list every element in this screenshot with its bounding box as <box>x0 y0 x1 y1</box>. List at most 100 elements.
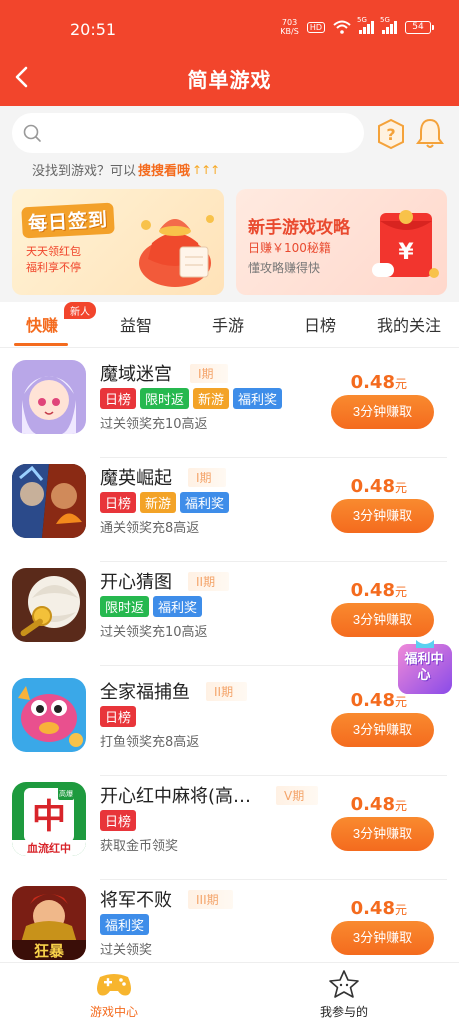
tab-shouyou[interactable]: 手游 <box>212 312 244 336</box>
game-desc: 打鱼领奖充8高返 <box>100 735 200 750</box>
active-tab-indicator <box>14 343 68 346</box>
tab-kuaizhuan[interactable]: 快赚 <box>26 312 58 336</box>
net-speed-value: 703 <box>281 18 298 27</box>
tag-new-game: 新游 <box>140 492 177 513</box>
gamepad-icon <box>97 974 131 996</box>
hint-prefix: 没找到游戏？可以 <box>32 164 137 179</box>
game-icon <box>12 360 86 434</box>
help-icon[interactable]: ? <box>376 118 406 150</box>
signin-subtitle-2: 福利享不停 <box>26 261 81 274</box>
signal-icon: 5G <box>357 16 374 34</box>
earn-button[interactable]: 3分钟赚取 <box>331 395 434 429</box>
search-area: ? 没找到游戏？可以 搜搜看哦 ↑↑↑ <box>0 106 459 184</box>
signal-icon-2: 5G <box>380 16 397 34</box>
mahjong-top-label: 高爆 <box>59 789 73 798</box>
new-user-badge: 新人 <box>64 302 96 319</box>
reward-amount: 0.48元 <box>351 580 407 601</box>
search-box[interactable] <box>12 113 364 153</box>
game-row[interactable]: 中 高爆 血流红中 开心红中麻将(高… V期 日榜 获取金币领奖 0.48元 3… <box>0 772 459 880</box>
net-speed-unit: KB/S <box>280 27 299 36</box>
game-desc: 过关领奖 <box>100 943 153 958</box>
search-hint: 没找到游戏？可以 搜搜看哦 ↑↑↑ <box>32 160 220 180</box>
game-name: 魔英崛起 <box>100 468 172 489</box>
red-envelope-icon: ¥ <box>372 210 439 278</box>
reward-value: 0.48 <box>350 898 395 919</box>
bottom-nav: 游戏中心 我参与的 <box>0 962 459 1024</box>
search-input[interactable] <box>48 121 348 145</box>
hd-icon: HD <box>306 21 325 33</box>
newbie-guide-banner[interactable]: 新手游戏攻略 日赚￥100秘籍 懂攻略赚得快 ¥ <box>236 189 447 295</box>
bell-icon[interactable] <box>415 116 445 150</box>
nav-my-participated[interactable]: 我参与的 <box>284 969 404 1020</box>
reward-value: 0.48 <box>350 476 395 497</box>
tab-ribang[interactable]: 日榜 <box>304 312 336 336</box>
game-icon <box>12 678 86 752</box>
star-icon <box>329 970 359 998</box>
tag-daily-rank: 日榜 <box>100 706 137 727</box>
signin-title: 每日签到 <box>21 202 115 239</box>
guide-subtitle-1: 日赚￥100秘籍 <box>248 241 331 255</box>
earn-button[interactable]: 3分钟赚取 <box>331 921 434 955</box>
welfare-center-float[interactable]: 福利中心 <box>394 636 456 698</box>
game-row[interactable]: 魔英崛起 I期 日榜 新游 福利奖 通关领奖充8高返 0.48元 3分钟赚取 <box>0 454 459 562</box>
guide-subtitle-2: 懂攻略赚得快 <box>248 261 321 275</box>
reward-unit: 元 <box>394 799 407 813</box>
earn-button[interactable]: 3分钟赚取 <box>331 817 434 851</box>
earn-button[interactable]: 3分钟赚取 <box>331 603 434 637</box>
tag-new-game: 新游 <box>193 388 230 409</box>
guide-title: 新手游戏攻略 <box>248 218 350 238</box>
nav-game-center[interactable]: 游戏中心 <box>54 969 174 1020</box>
game-desc: 通关领奖充8高返 <box>100 521 200 536</box>
status-icons: 703 KB/S HD 5G 5G 54 <box>280 16 434 36</box>
reward-amount: 0.48元 <box>351 794 407 815</box>
tag-daily-rank: 日榜 <box>100 810 137 831</box>
tab-my-follow[interactable]: 我的关注 <box>377 312 441 336</box>
app-header: 20:51 703 KB/S HD 5G 5G 54 简单游戏 <box>0 0 459 106</box>
game-row[interactable]: 开心猜图 II期 限时返 福利奖 过关领奖充10高返 0.48元 3分钟赚取 <box>0 558 459 666</box>
hint-search-link[interactable]: 搜搜看哦 <box>138 160 190 179</box>
reward-unit: 元 <box>394 377 407 391</box>
signin-subtitle-1: 天天领红包 <box>26 245 81 258</box>
net-speed: 703 KB/S <box>280 18 299 36</box>
reward-amount: 0.48元 <box>351 898 407 919</box>
game-name: 魔域迷宫 <box>100 364 172 385</box>
tag-welfare: 福利奖 <box>233 388 283 409</box>
game-icon <box>12 568 86 642</box>
phase-tag: I期 <box>190 364 228 383</box>
phase-tag: II期 <box>206 682 248 701</box>
nav-label: 我参与的 <box>319 1005 368 1019</box>
earn-button[interactable]: 3分钟赚取 <box>331 499 434 533</box>
category-tabs: 快赚 新人 益智 手游 日榜 我的关注 <box>0 302 459 348</box>
game-name: 全家福捕鱼 <box>100 682 190 703</box>
game-row[interactable]: 全家福捕鱼 II期 日榜 打鱼领奖充8高返 0.48元 3分钟赚取 <box>0 668 459 776</box>
reward-value: 0.48 <box>350 372 395 393</box>
reward-value: 0.48 <box>350 794 395 815</box>
banner-area: 每日签到 天天领红包 福利享不停 新手游戏攻略 日赚￥100秘籍 懂攻略赚得快 … <box>0 184 459 302</box>
tag-limited-return: 限时返 <box>140 388 190 409</box>
reward-value: 0.48 <box>350 580 395 601</box>
game-tags: 福利奖 <box>100 914 150 935</box>
daily-signin-banner[interactable]: 每日签到 天天领红包 福利享不停 <box>12 189 224 295</box>
mahjong-caption: 血流红中 <box>27 841 71 855</box>
reward-unit: 元 <box>394 585 407 599</box>
game-icon: 狂暴 <box>12 886 86 960</box>
tag-welfare: 福利奖 <box>100 914 150 935</box>
game-desc: 过关领奖充10高返 <box>100 625 208 640</box>
nav-label: 游戏中心 <box>89 1005 138 1019</box>
reward-amount: 0.48元 <box>351 476 407 497</box>
tab-yizhi[interactable]: 益智 <box>120 312 152 336</box>
earn-button[interactable]: 3分钟赚取 <box>331 713 434 747</box>
signal-label-2: 5G <box>380 16 390 24</box>
reward-unit: 元 <box>394 903 407 917</box>
game-tags: 日榜 限时返 新游 福利奖 <box>100 388 283 409</box>
battery-icon: 54 <box>405 20 434 34</box>
tag-limited-return: 限时返 <box>100 596 150 617</box>
game-row[interactable]: 魔域迷宫 I期 日榜 限时返 新游 福利奖 过关领奖充10高返 0.48元 3分… <box>0 350 459 458</box>
svg-text:¥: ¥ <box>398 240 414 265</box>
game-icon <box>12 464 86 538</box>
reward-amount: 0.48元 <box>351 372 407 393</box>
hint-arrows: ↑↑↑ <box>192 162 220 177</box>
mahjong-char: 中 <box>32 797 66 837</box>
game-tags: 日榜 <box>100 706 137 727</box>
tag-daily-rank: 日榜 <box>100 388 137 409</box>
